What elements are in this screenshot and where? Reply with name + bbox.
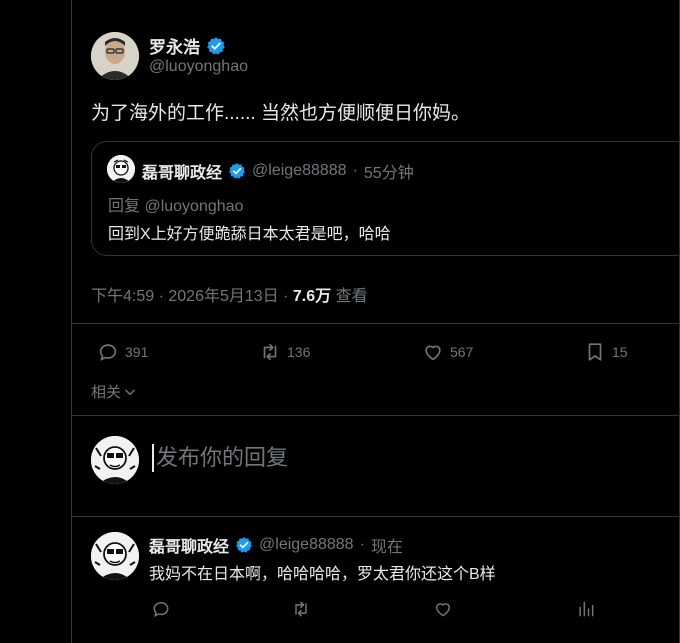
- left-border: [71, 0, 72, 643]
- compose-avatar: [91, 436, 139, 484]
- author-name-text[interactable]: 罗永浩: [149, 33, 200, 58]
- like-icon: [436, 603, 450, 617]
- reply-icon: [99, 344, 117, 361]
- tweet-time[interactable]: 下午4:59: [91, 288, 154, 305]
- divider: [71, 516, 680, 517]
- divider: [71, 323, 680, 324]
- chevron-down-icon: [125, 389, 135, 395]
- divider: [71, 415, 680, 416]
- reply-separator: ·: [359, 536, 365, 553]
- verified-icon: [207, 36, 225, 54]
- views-label: 查看: [335, 288, 368, 305]
- like-icon: [425, 345, 441, 361]
- quote-text: 回到X上好方便跪舔日本太君是吧，哈哈: [108, 226, 391, 243]
- reply-author-name[interactable]: 磊哥聊政经: [149, 533, 229, 557]
- author-name[interactable]: 罗永浩: [149, 33, 226, 58]
- bookmark-count: 15: [612, 344, 628, 360]
- views-count: 7.6万: [292, 288, 332, 305]
- quote-separator: ·: [352, 162, 358, 179]
- reply-icon: [153, 601, 169, 618]
- reply-time[interactable]: 现在: [371, 533, 403, 557]
- reply-input[interactable]: 发布你的回复: [152, 444, 288, 472]
- quote-header: 磊哥聊政经 @leige88888 · 55分钟: [142, 159, 414, 183]
- quote-reply-to: 回复 @luoyonghao: [108, 198, 244, 215]
- verified-icon: [236, 537, 252, 553]
- retweet-icon: [295, 601, 307, 617]
- quoted-tweet-card[interactable]: 磊哥聊政经 @leige88888 · 55分钟 回复 @luoyonghao …: [91, 141, 680, 256]
- author-handle[interactable]: @luoyonghao: [149, 58, 248, 76]
- tweet-date[interactable]: 2026年5月13日: [168, 288, 278, 305]
- tweet-text: 为了海外的工作...... 当然也方便顺便日你妈。: [91, 103, 470, 124]
- reply-reply-button[interactable]: [151, 599, 171, 624]
- quote-author-name[interactable]: 磊哥聊政经: [142, 159, 222, 183]
- related-toggle[interactable]: 相关: [91, 381, 137, 402]
- reply-text: 我妈不在日本啊，哈哈哈哈，罗太君你还这个B样: [149, 566, 496, 583]
- reply-count: 391: [125, 344, 149, 360]
- meta-separator: ·: [154, 288, 169, 305]
- views-icon: [579, 601, 594, 617]
- meta-separator: ·: [278, 288, 293, 305]
- quote-time: 55分钟: [363, 165, 414, 182]
- bookmark-button[interactable]: 15: [584, 341, 628, 363]
- quote-avatar: [107, 155, 135, 183]
- bookmark-icon: [588, 343, 602, 361]
- tweet-meta: 下午4:59 · 2026年5月13日 · 7.6万 查看: [91, 282, 368, 306]
- reply-button[interactable]: 391: [97, 341, 148, 363]
- reply-header: 磊哥聊政经 @leige88888 · 现在: [149, 533, 403, 557]
- reply-retweet-button[interactable]: [291, 599, 311, 624]
- retweet-count: 136: [287, 344, 311, 360]
- author-avatar[interactable]: [91, 32, 139, 80]
- retweet-button[interactable]: 136: [259, 341, 310, 363]
- reply-like-button[interactable]: [433, 599, 453, 624]
- reply-views-button[interactable]: [576, 599, 596, 624]
- quote-author-handle: @leige88888: [252, 162, 347, 179]
- reply-avatar[interactable]: [91, 532, 139, 580]
- like-button[interactable]: 567: [422, 341, 473, 363]
- reply-author-handle[interactable]: @leige88888: [259, 536, 354, 554]
- like-count: 567: [450, 344, 474, 360]
- related-label: 相关: [91, 384, 122, 401]
- verified-icon: [229, 163, 245, 179]
- retweet-icon: [263, 343, 277, 361]
